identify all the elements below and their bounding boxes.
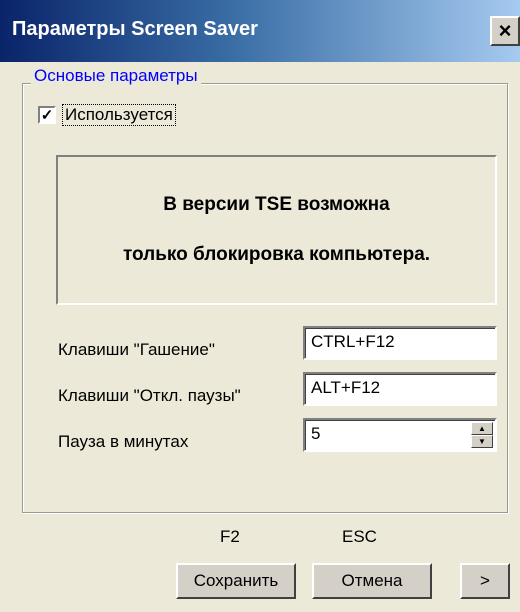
blank-keys-input[interactable]: CTRL+F12: [303, 326, 497, 360]
cancel-hotkey-hint: ESC: [342, 527, 377, 546]
unpause-keys-input[interactable]: ALT+F12: [303, 372, 497, 406]
unpause-keys-label: Клавиши "Откл. паузы": [58, 386, 241, 405]
close-icon: ×: [498, 18, 512, 43]
info-line-2: только блокировка компьютера.: [122, 244, 431, 265]
window-title: Параметры Screen Saver: [12, 18, 258, 40]
cancel-button[interactable]: Отмена: [312, 563, 432, 599]
check-icon: ✓: [40, 106, 54, 124]
save-button[interactable]: Сохранить: [176, 563, 296, 599]
spin-buttons[interactable]: ▲ ▼: [471, 422, 493, 448]
pause-minutes-value: 5: [311, 424, 321, 443]
group-legend: Основые параметры: [31, 66, 201, 86]
info-line-1: В версии TSE возможна: [163, 194, 390, 215]
close-button[interactable]: ×: [490, 16, 520, 46]
info-panel: В версии TSE возможна только блокировка …: [56, 155, 497, 305]
blank-keys-label: Клавиши "Гашение": [58, 340, 215, 359]
next-button[interactable]: >: [460, 563, 510, 599]
enabled-checkbox-label[interactable]: Используется: [62, 104, 176, 126]
enabled-checkbox-row[interactable]: ✓ Используется: [38, 104, 176, 126]
pause-minutes-label: Пауза в минутах: [58, 432, 189, 451]
enabled-checkbox[interactable]: ✓: [38, 106, 56, 124]
spin-down-icon[interactable]: ▼: [471, 435, 493, 448]
title-bar[interactable]: Параметры Screen Saver: [0, 0, 520, 62]
save-hotkey-hint: F2: [220, 527, 240, 546]
spin-up-icon[interactable]: ▲: [471, 422, 493, 435]
pause-minutes-stepper[interactable]: 5 ▲ ▼: [303, 418, 497, 452]
